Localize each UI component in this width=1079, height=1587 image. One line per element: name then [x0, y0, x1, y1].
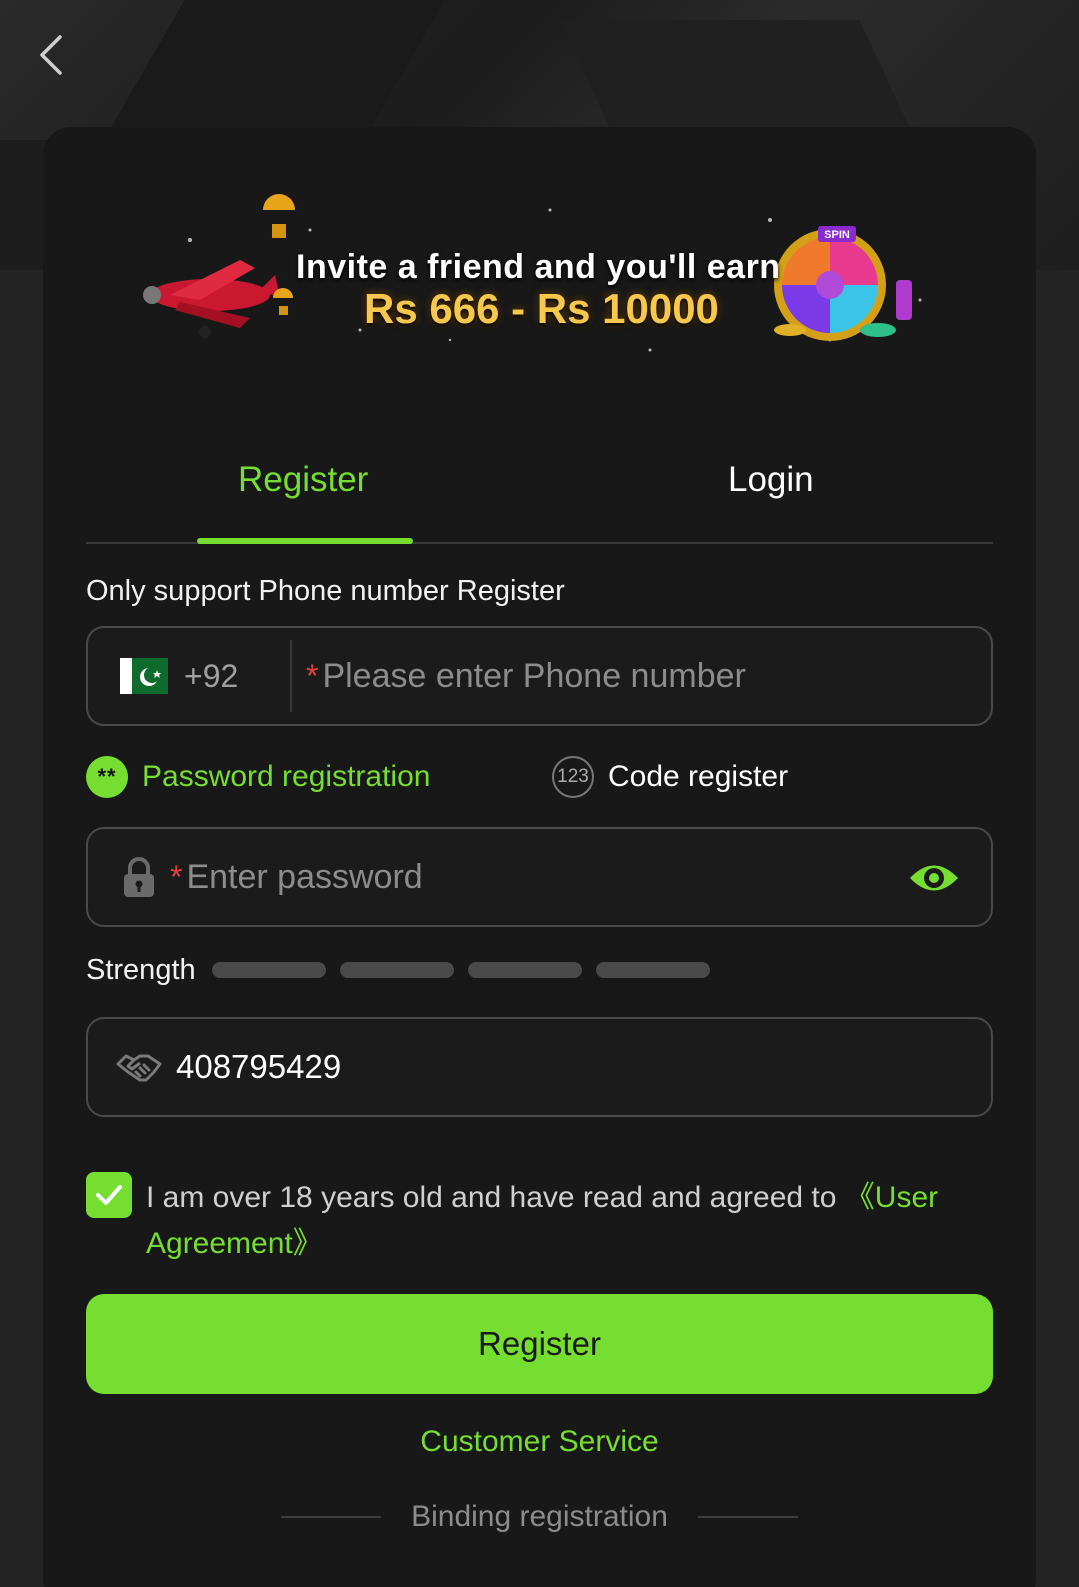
password-field[interactable]: * Enter password	[86, 827, 993, 927]
required-mark: *	[306, 657, 319, 694]
code-register-label: Code register	[608, 760, 789, 793]
invite-code-value[interactable]: 408795429	[176, 1048, 341, 1086]
strength-bar	[595, 962, 710, 978]
wheel-label: SPIN	[824, 229, 850, 241]
required-mark: *	[170, 858, 183, 895]
handshake-icon	[116, 1054, 162, 1082]
invite-code-field[interactable]: 408795429	[86, 1017, 993, 1117]
tab-register[interactable]: Register	[238, 460, 368, 500]
lock-icon	[122, 856, 156, 898]
password-input-placeholder[interactable]: Enter password	[186, 858, 422, 897]
active-tab-indicator	[197, 538, 413, 544]
code-register-option[interactable]: 123 Code register	[552, 756, 788, 798]
register-hint: Only support Phone number Register	[86, 575, 565, 607]
password-registration-label: Password registration	[142, 760, 431, 793]
agreement-checkbox[interactable]	[86, 1172, 132, 1218]
registration-mode-selector: ** Password registration 123 Code regist…	[86, 756, 993, 800]
binding-registration-label: Binding registration	[411, 1500, 668, 1533]
strength-bar	[339, 962, 454, 978]
divider-line	[697, 1516, 798, 1518]
auth-tabs: Register Login	[86, 440, 993, 544]
chevron-left-icon	[40, 35, 62, 75]
password-registration-option[interactable]: ** Password registration	[86, 756, 430, 798]
back-button[interactable]	[28, 30, 72, 80]
banner-amount: Rs 666 - Rs 10000	[364, 285, 719, 332]
password-strength: Strength	[86, 950, 993, 990]
tab-login[interactable]: Login	[728, 460, 814, 500]
banner-title: Invite a friend and you'll earn	[296, 248, 781, 286]
airplane-icon	[143, 260, 280, 338]
strength-bar	[211, 962, 326, 978]
pakistan-flag-icon[interactable]	[120, 658, 168, 694]
strength-label: Strength	[86, 953, 196, 986]
field-divider	[290, 640, 292, 712]
agreement-text: I am over 18 years old and have read and…	[146, 1175, 986, 1267]
register-button[interactable]: Register	[86, 1294, 993, 1394]
eye-icon[interactable]	[907, 857, 961, 899]
phone-input-placeholder[interactable]: Please enter Phone number	[322, 657, 745, 696]
divider-line	[281, 1516, 382, 1518]
agreement-statement: I am over 18 years old and have read and…	[146, 1181, 845, 1214]
phone-field[interactable]: +92 * Please enter Phone number	[86, 626, 993, 726]
binding-registration-divider: Binding registration	[0, 1500, 1079, 1534]
code-mode-icon: 123	[552, 756, 594, 798]
password-mode-icon: **	[86, 756, 128, 798]
check-icon	[96, 1185, 122, 1205]
strength-bar	[467, 962, 582, 978]
country-code[interactable]: +92	[184, 658, 274, 695]
customer-service-link[interactable]: Customer Service	[0, 1425, 1079, 1459]
